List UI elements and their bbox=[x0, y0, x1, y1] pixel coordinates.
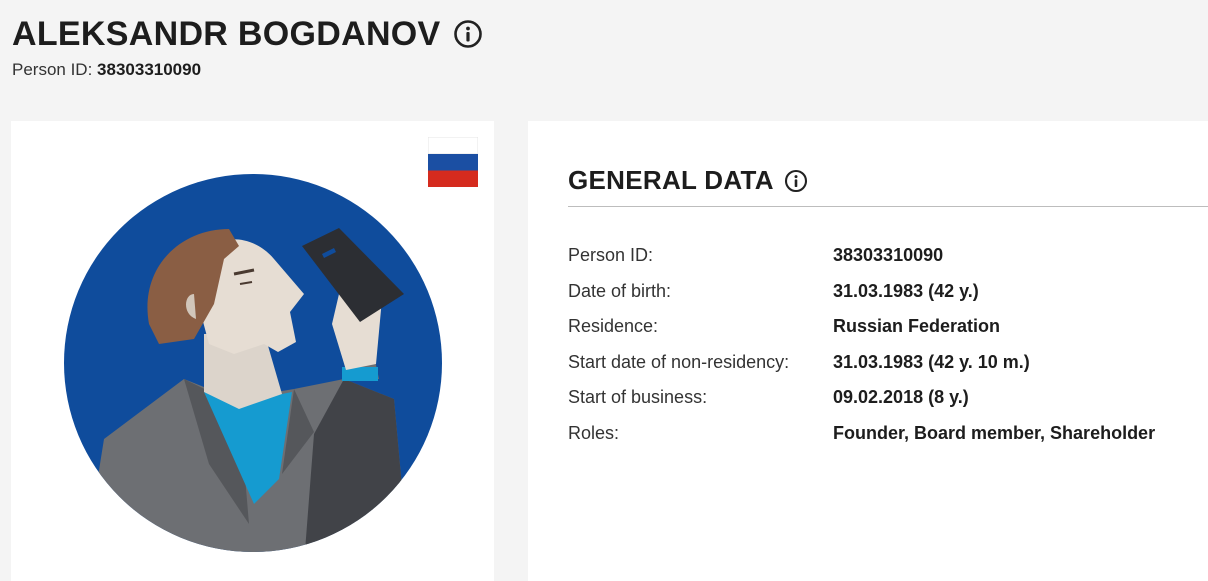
general-data-table: Person ID: 38303310090 Date of birth: 31… bbox=[568, 238, 1155, 451]
info-icon[interactable] bbox=[784, 169, 808, 193]
data-label: Start date of non-residency: bbox=[568, 351, 790, 372]
data-label: Date of birth: bbox=[568, 280, 672, 301]
section-title: GENERAL DATA bbox=[568, 165, 774, 195]
data-value: 38303310090 bbox=[833, 245, 944, 266]
info-icon[interactable] bbox=[453, 19, 483, 49]
data-row-start-of-business: Start of business: 09.02.2018 (8 y.) bbox=[568, 380, 1155, 416]
person-id-line: Person ID: 38303310090 bbox=[12, 60, 483, 80]
data-row-roles: Roles: Founder, Board member, Shareholde… bbox=[568, 416, 1155, 452]
section-divider bbox=[568, 206, 1208, 207]
data-value: Founder, Board member, Shareholder bbox=[833, 422, 1156, 443]
data-value: Russian Federation bbox=[833, 316, 1001, 337]
avatar bbox=[64, 174, 442, 552]
data-label: Residence: bbox=[568, 316, 659, 337]
data-value: 31.03.1983 (42 y.) bbox=[833, 280, 979, 301]
name-row: ALEKSANDR BOGDANOV bbox=[12, 14, 483, 54]
data-value: 31.03.1983 (42 y. 10 m.) bbox=[833, 351, 1030, 372]
data-row-date-of-birth: Date of birth: 31.03.1983 (42 y.) bbox=[568, 274, 1155, 310]
page-header: ALEKSANDR BOGDANOV Person ID: 3830331009… bbox=[12, 14, 483, 80]
data-label: Person ID: bbox=[568, 245, 654, 266]
data-row-non-residency: Start date of non-residency: 31.03.1983 … bbox=[568, 345, 1155, 381]
data-row-residence: Residence: Russian Federation bbox=[568, 309, 1155, 345]
data-label: Roles: bbox=[568, 422, 620, 443]
data-label: Start of business: bbox=[568, 387, 708, 408]
person-id-label: Person ID: bbox=[12, 60, 93, 79]
person-id-value: 38303310090 bbox=[97, 60, 202, 79]
person-name: ALEKSANDR BOGDANOV bbox=[12, 15, 441, 53]
data-row-person-id: Person ID: 38303310090 bbox=[568, 238, 1155, 274]
data-value: 09.02.2018 (8 y.) bbox=[833, 387, 969, 408]
general-data-heading: GENERAL DATA bbox=[568, 165, 808, 196]
